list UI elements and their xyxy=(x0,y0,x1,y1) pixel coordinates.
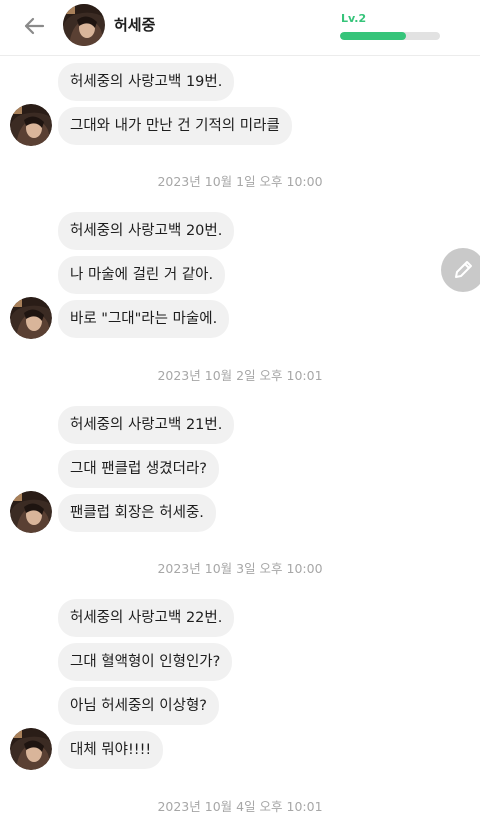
message-bubble[interactable]: 허세중의 사랑고백 21번. xyxy=(58,406,235,444)
message-bubble[interactable]: 그대 팬클럽 생겼더라? xyxy=(58,450,219,488)
header-avatar[interactable] xyxy=(63,4,105,46)
message-bubble[interactable]: 그대와 내가 만난 건 기적의 미라클 xyxy=(58,107,292,145)
message-bubble[interactable]: 아님 허세중의 이상형? xyxy=(58,687,219,725)
message-bubble[interactable]: 바로 "그대"라는 마술에. xyxy=(58,300,230,338)
message-bubble[interactable]: 팬클럽 회장은 허세중. xyxy=(58,494,216,532)
message-bubble[interactable]: 허세중의 사랑고백 19번. xyxy=(58,63,235,101)
sender-avatar[interactable] xyxy=(10,728,52,770)
message-timestamp: 2023년 10월 2일 오후 10:01 xyxy=(157,368,323,383)
chat-header: 허세중 Lv.2 xyxy=(0,0,480,56)
chat-partner-name: 허세중 xyxy=(114,16,156,34)
back-button[interactable] xyxy=(20,14,48,38)
arrow-left-icon xyxy=(24,17,45,35)
message-timestamp: 2023년 10월 3일 오후 10:00 xyxy=(157,561,323,576)
level-progress-fill xyxy=(340,32,406,40)
level-progress-bar xyxy=(340,32,440,40)
message-timestamp: 2023년 10월 4일 오후 10:01 xyxy=(157,799,323,814)
sender-avatar[interactable] xyxy=(10,104,52,146)
message-bubble[interactable]: 대체 뭐야!!!! xyxy=(58,731,164,769)
pencil-icon xyxy=(455,261,472,278)
level-label: Lv.2 xyxy=(341,12,367,25)
sender-avatar[interactable] xyxy=(10,297,52,339)
message-bubble[interactable]: 허세중의 사랑고백 22번. xyxy=(58,599,235,637)
sender-avatar[interactable] xyxy=(10,491,52,533)
edit-button[interactable] xyxy=(441,248,480,292)
message-bubble[interactable]: 허세중의 사랑고백 20번. xyxy=(58,212,235,250)
message-bubble[interactable]: 그대 혈액형이 인형인가? xyxy=(58,643,233,681)
message-timestamp: 2023년 10월 1일 오후 10:00 xyxy=(157,174,323,189)
message-bubble[interactable]: 나 마술에 걸린 거 같아. xyxy=(58,256,226,294)
